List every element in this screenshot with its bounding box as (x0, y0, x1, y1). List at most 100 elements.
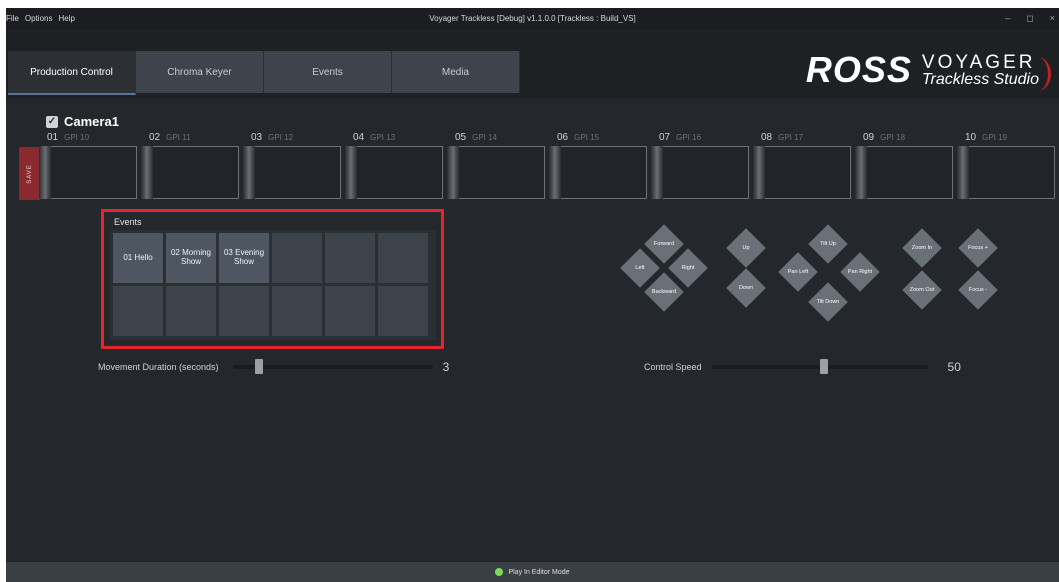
zoom-in-button[interactable] (902, 228, 942, 268)
event-empty-slot[interactable] (113, 286, 163, 336)
event-empty-slot[interactable] (272, 233, 322, 283)
control-speed-slider[interactable] (711, 359, 928, 374)
event-empty-slot[interactable] (166, 286, 216, 336)
control-speed-control: Control Speed 50 (644, 359, 961, 374)
preset-number: 08 (761, 132, 773, 143)
preset-header: 01 GPI 10 (47, 130, 137, 146)
preset-number: 10 (965, 132, 977, 143)
logo-brand: ROSS (805, 49, 912, 90)
save-button[interactable]: SAVE (19, 147, 40, 200)
down-button[interactable] (726, 268, 766, 308)
preset-number: 09 (863, 132, 875, 143)
event-empty-slot[interactable] (378, 286, 428, 336)
preset-divider (855, 146, 867, 199)
preset-gpi: GPI 17 (778, 133, 804, 142)
preset-strip: SAVE 01 GPI 10 02 GPI 11 03 GPI 12 04 GPI 13 05 G… (6, 130, 1059, 210)
preset-slot[interactable]: 07 GPI 16 (659, 130, 749, 199)
preset-slot[interactable]: 09 GPI 18 (863, 130, 953, 199)
preset-thumbnail[interactable] (659, 146, 749, 199)
preset-number: 03 (251, 132, 263, 143)
preset-thumbnail[interactable] (557, 146, 647, 199)
save-label: SAVE (26, 163, 33, 184)
preset-divider (345, 146, 357, 199)
preset-divider (753, 146, 765, 199)
event-button[interactable]: 02 Morning Show (166, 233, 216, 283)
preset-divider (651, 146, 663, 199)
ross-logo: ROSS VOYAGER Trackless Studio (805, 49, 1051, 91)
camera-header: ✓ Camera1 (46, 114, 119, 129)
preset-gpi: GPI 11 (166, 133, 191, 142)
control-speed-thumb[interactable] (819, 359, 828, 374)
preset-slot[interactable]: 10 GPI 19 (965, 130, 1055, 199)
minimize-button[interactable]: – (1005, 13, 1010, 24)
tilt-up-button[interactable] (808, 224, 848, 264)
movement-duration-control: Movement Duration (seconds) 3 (98, 359, 449, 374)
pan-right-button[interactable] (840, 252, 880, 292)
preset-thumbnail[interactable] (761, 146, 851, 199)
preset-slot[interactable]: 08 GPI 17 (761, 130, 851, 199)
preset-header: 10 GPI 19 (965, 130, 1055, 146)
event-button[interactable]: 01 Hello (113, 233, 163, 283)
event-empty-slot[interactable] (325, 233, 375, 283)
events-label: Events (114, 217, 142, 227)
preset-header: 06 GPI 15 (557, 130, 647, 146)
event-empty-slot[interactable] (219, 286, 269, 336)
preset-divider (549, 146, 561, 199)
preset-thumbnail[interactable] (353, 146, 443, 199)
preset-thumbnail[interactable] (455, 146, 545, 199)
preset-gpi: GPI 15 (574, 133, 600, 142)
movement-duration-label: Movement Duration (seconds) (98, 362, 219, 372)
movement-duration-slider[interactable] (232, 359, 433, 374)
events-grid: 01 Hello 02 Morning Show 03 Evening Show (110, 230, 436, 340)
up-button[interactable] (726, 228, 766, 268)
tilt-down-button[interactable] (808, 282, 848, 322)
title-bar: File Options Help Voyager Trackless [Deb… (6, 8, 1059, 30)
tab-chroma-keyer[interactable]: Chroma Keyer (136, 51, 264, 93)
zoom-out-button[interactable] (902, 270, 942, 310)
tab-events[interactable]: Events (264, 51, 392, 93)
preset-header: 07 GPI 16 (659, 130, 749, 146)
preset-slot[interactable]: 04 GPI 13 (353, 130, 443, 199)
focus-minus-button[interactable] (958, 270, 998, 310)
tab-production-control[interactable]: Production Control (8, 51, 136, 95)
preset-gpi: GPI 18 (880, 133, 906, 142)
preset-divider (447, 146, 459, 199)
status-text: Play In Editor Mode (508, 568, 570, 576)
preset-thumbnail[interactable] (251, 146, 341, 199)
logo-product: VOYAGER (921, 51, 1036, 73)
preset-number: 06 (557, 132, 569, 143)
movement-duration-thumb[interactable] (254, 359, 263, 374)
preset-slot[interactable]: 03 GPI 12 (251, 130, 341, 199)
event-empty-slot[interactable] (378, 233, 428, 283)
event-empty-slot[interactable] (325, 286, 375, 336)
preset-slot[interactable]: 05 GPI 14 (455, 130, 545, 199)
status-bar: Play In Editor Mode (6, 562, 1059, 582)
preset-slot[interactable]: 06 GPI 15 (557, 130, 647, 199)
preset-divider (39, 146, 51, 199)
preset-header: 09 GPI 18 (863, 130, 953, 146)
preset-divider (141, 146, 153, 199)
preset-thumbnail[interactable] (863, 146, 953, 199)
event-empty-slot[interactable] (272, 286, 322, 336)
preset-number: 05 (455, 132, 467, 143)
pan-left-button[interactable] (778, 252, 818, 292)
camera-checkbox[interactable]: ✓ (46, 115, 58, 128)
event-button[interactable]: 03 Evening Show (219, 233, 269, 283)
preset-thumbnail[interactable] (965, 146, 1055, 199)
events-panel: Events 01 Hello 02 Morning Show 03 Evening… (101, 209, 444, 349)
control-speed-value: 50 (947, 360, 961, 374)
preset-thumbnail[interactable] (47, 146, 137, 199)
close-button[interactable]: × (1050, 13, 1055, 24)
preset-number: 07 (659, 132, 671, 143)
logo-subtitle: Trackless Studio (921, 70, 1039, 88)
tab-media[interactable]: Media (392, 51, 520, 93)
maximize-button[interactable]: ◻ (1026, 13, 1033, 24)
control-speed-label: Control Speed (644, 362, 702, 372)
preset-gpi: GPI 19 (982, 133, 1008, 142)
preset-header: 04 GPI 13 (353, 130, 443, 146)
preset-number: 04 (353, 132, 365, 143)
preset-slot[interactable]: 02 GPI 11 (149, 130, 239, 199)
focus-plus-button[interactable] (958, 228, 998, 268)
preset-thumbnail[interactable] (149, 146, 239, 199)
preset-slot[interactable]: 01 GPI 10 (47, 130, 137, 199)
